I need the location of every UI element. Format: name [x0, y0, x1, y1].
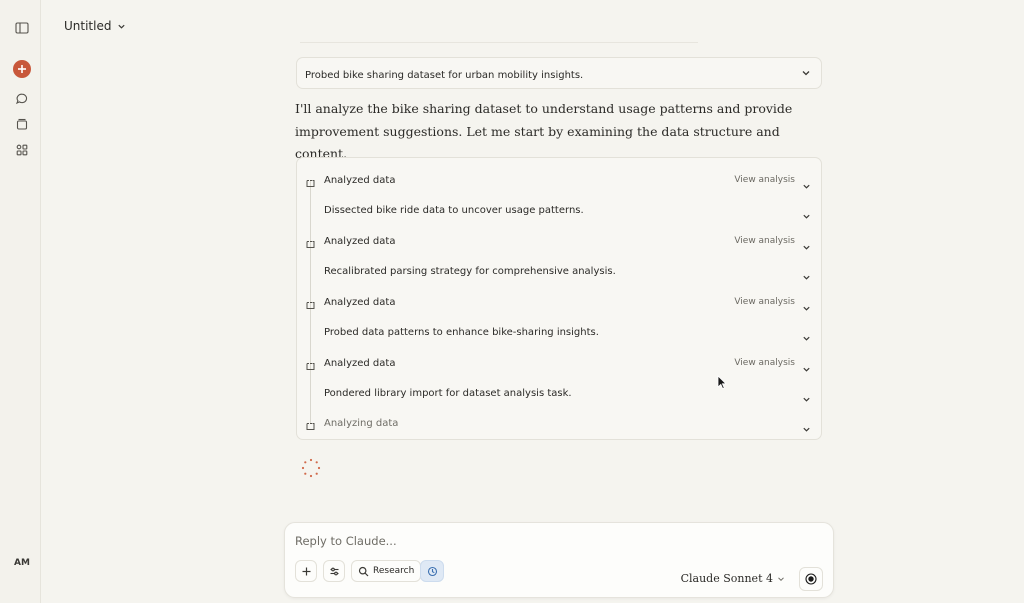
analysis-tool-icon [305, 174, 316, 187]
conversation-title[interactable]: Untitled [64, 19, 126, 33]
step-label: Dissected bike ride data to uncover usag… [324, 205, 584, 216]
view-analysis-button[interactable]: View analysis [734, 297, 795, 307]
research-button[interactable]: Research [351, 560, 422, 582]
analysis-tool-icon [305, 235, 316, 248]
chevron-down-icon[interactable] [802, 328, 811, 341]
step-label: Recalibrated parsing strategy for compre… [324, 266, 616, 277]
chevron-down-icon[interactable] [802, 206, 811, 219]
search-icon [358, 566, 369, 576]
artifacts-icon[interactable] [11, 139, 33, 161]
add-attachment-button[interactable] [295, 560, 317, 582]
stop-response-button[interactable] [799, 567, 823, 591]
chevron-down-icon[interactable] [802, 389, 811, 402]
reply-input[interactable]: Reply to Claude... [295, 534, 397, 548]
assistant-message-text: I'll analyze the bike sharing dataset to… [295, 101, 793, 161]
view-analysis-button[interactable]: View analysis [734, 175, 795, 185]
model-label: Claude Sonnet 4 [680, 572, 773, 585]
analysis-step-row[interactable]: Analyzed data View analysis [297, 351, 821, 375]
analysis-tool-icon [305, 357, 316, 370]
step-label: Analyzed data [324, 175, 396, 186]
plus-icon [302, 567, 310, 575]
analysis-step-row[interactable]: Analyzing data [297, 411, 821, 435]
new-chat-icon[interactable] [13, 60, 31, 78]
user-avatar[interactable]: AM [8, 558, 36, 574]
previous-message-edge [300, 36, 698, 43]
projects-icon[interactable] [11, 113, 33, 135]
analysis-step-row[interactable]: Analyzed data View analysis [297, 290, 821, 314]
chevron-down-icon[interactable] [802, 419, 811, 432]
thought-step-row[interactable]: Probed data patterns to enhance bike-sha… [297, 320, 821, 344]
mouse-cursor-icon [717, 375, 727, 390]
view-analysis-button[interactable]: View analysis [734, 358, 795, 368]
sidebar: AM [0, 0, 41, 603]
conversation-title-text: Untitled [64, 19, 112, 33]
chevron-down-icon[interactable] [802, 267, 811, 280]
chevron-down-icon [778, 576, 784, 581]
stop-icon [805, 573, 817, 585]
view-analysis-button[interactable]: View analysis [734, 236, 795, 246]
step-label: Pondered library import for dataset anal… [324, 388, 572, 399]
thought-step-row[interactable]: Recalibrated parsing strategy for compre… [297, 259, 821, 283]
chevron-down-icon[interactable] [802, 359, 811, 372]
sidebar-toggle-icon[interactable] [11, 17, 33, 39]
analysis-tool-icon [305, 296, 316, 309]
step-label: Analyzing data [324, 418, 399, 429]
sliders-icon [330, 567, 338, 575]
thought-summary-text: Probed bike sharing dataset for urban mo… [305, 70, 584, 81]
chats-icon[interactable] [11, 88, 33, 110]
chevron-down-icon [118, 24, 126, 29]
tools-settings-button[interactable] [323, 560, 345, 582]
model-selector[interactable]: Claude Sonnet 4 [681, 572, 785, 585]
extended-thinking-button[interactable] [420, 560, 444, 582]
research-label: Research [373, 566, 415, 576]
analysis-tool-icon [305, 417, 316, 430]
step-label: Analyzed data [324, 236, 396, 247]
step-label: Probed data patterns to enhance bike-sha… [324, 327, 599, 338]
chevron-down-icon[interactable] [802, 176, 811, 189]
step-label: Analyzed data [324, 358, 396, 369]
reply-composer: Reply to Claude... Research Claude Sonne… [284, 522, 834, 598]
analysis-step-row[interactable]: Analyzed data View analysis [297, 168, 821, 192]
thought-step-row[interactable]: Pondered library import for dataset anal… [297, 381, 821, 405]
chevron-down-icon[interactable] [802, 237, 811, 250]
chevron-down-icon [802, 71, 810, 76]
thought-summary[interactable]: Probed bike sharing dataset for urban mo… [296, 57, 822, 89]
clock-icon [427, 566, 437, 576]
step-label: Analyzed data [324, 297, 396, 308]
loading-spinner-icon [301, 458, 321, 478]
chevron-down-icon[interactable] [802, 298, 811, 311]
analysis-step-row[interactable]: Analyzed data View analysis [297, 229, 821, 253]
analysis-steps-panel: Analyzed data View analysis Dissected bike… [296, 157, 822, 440]
thought-step-row[interactable]: Dissected bike ride data to uncover usag… [297, 198, 821, 222]
